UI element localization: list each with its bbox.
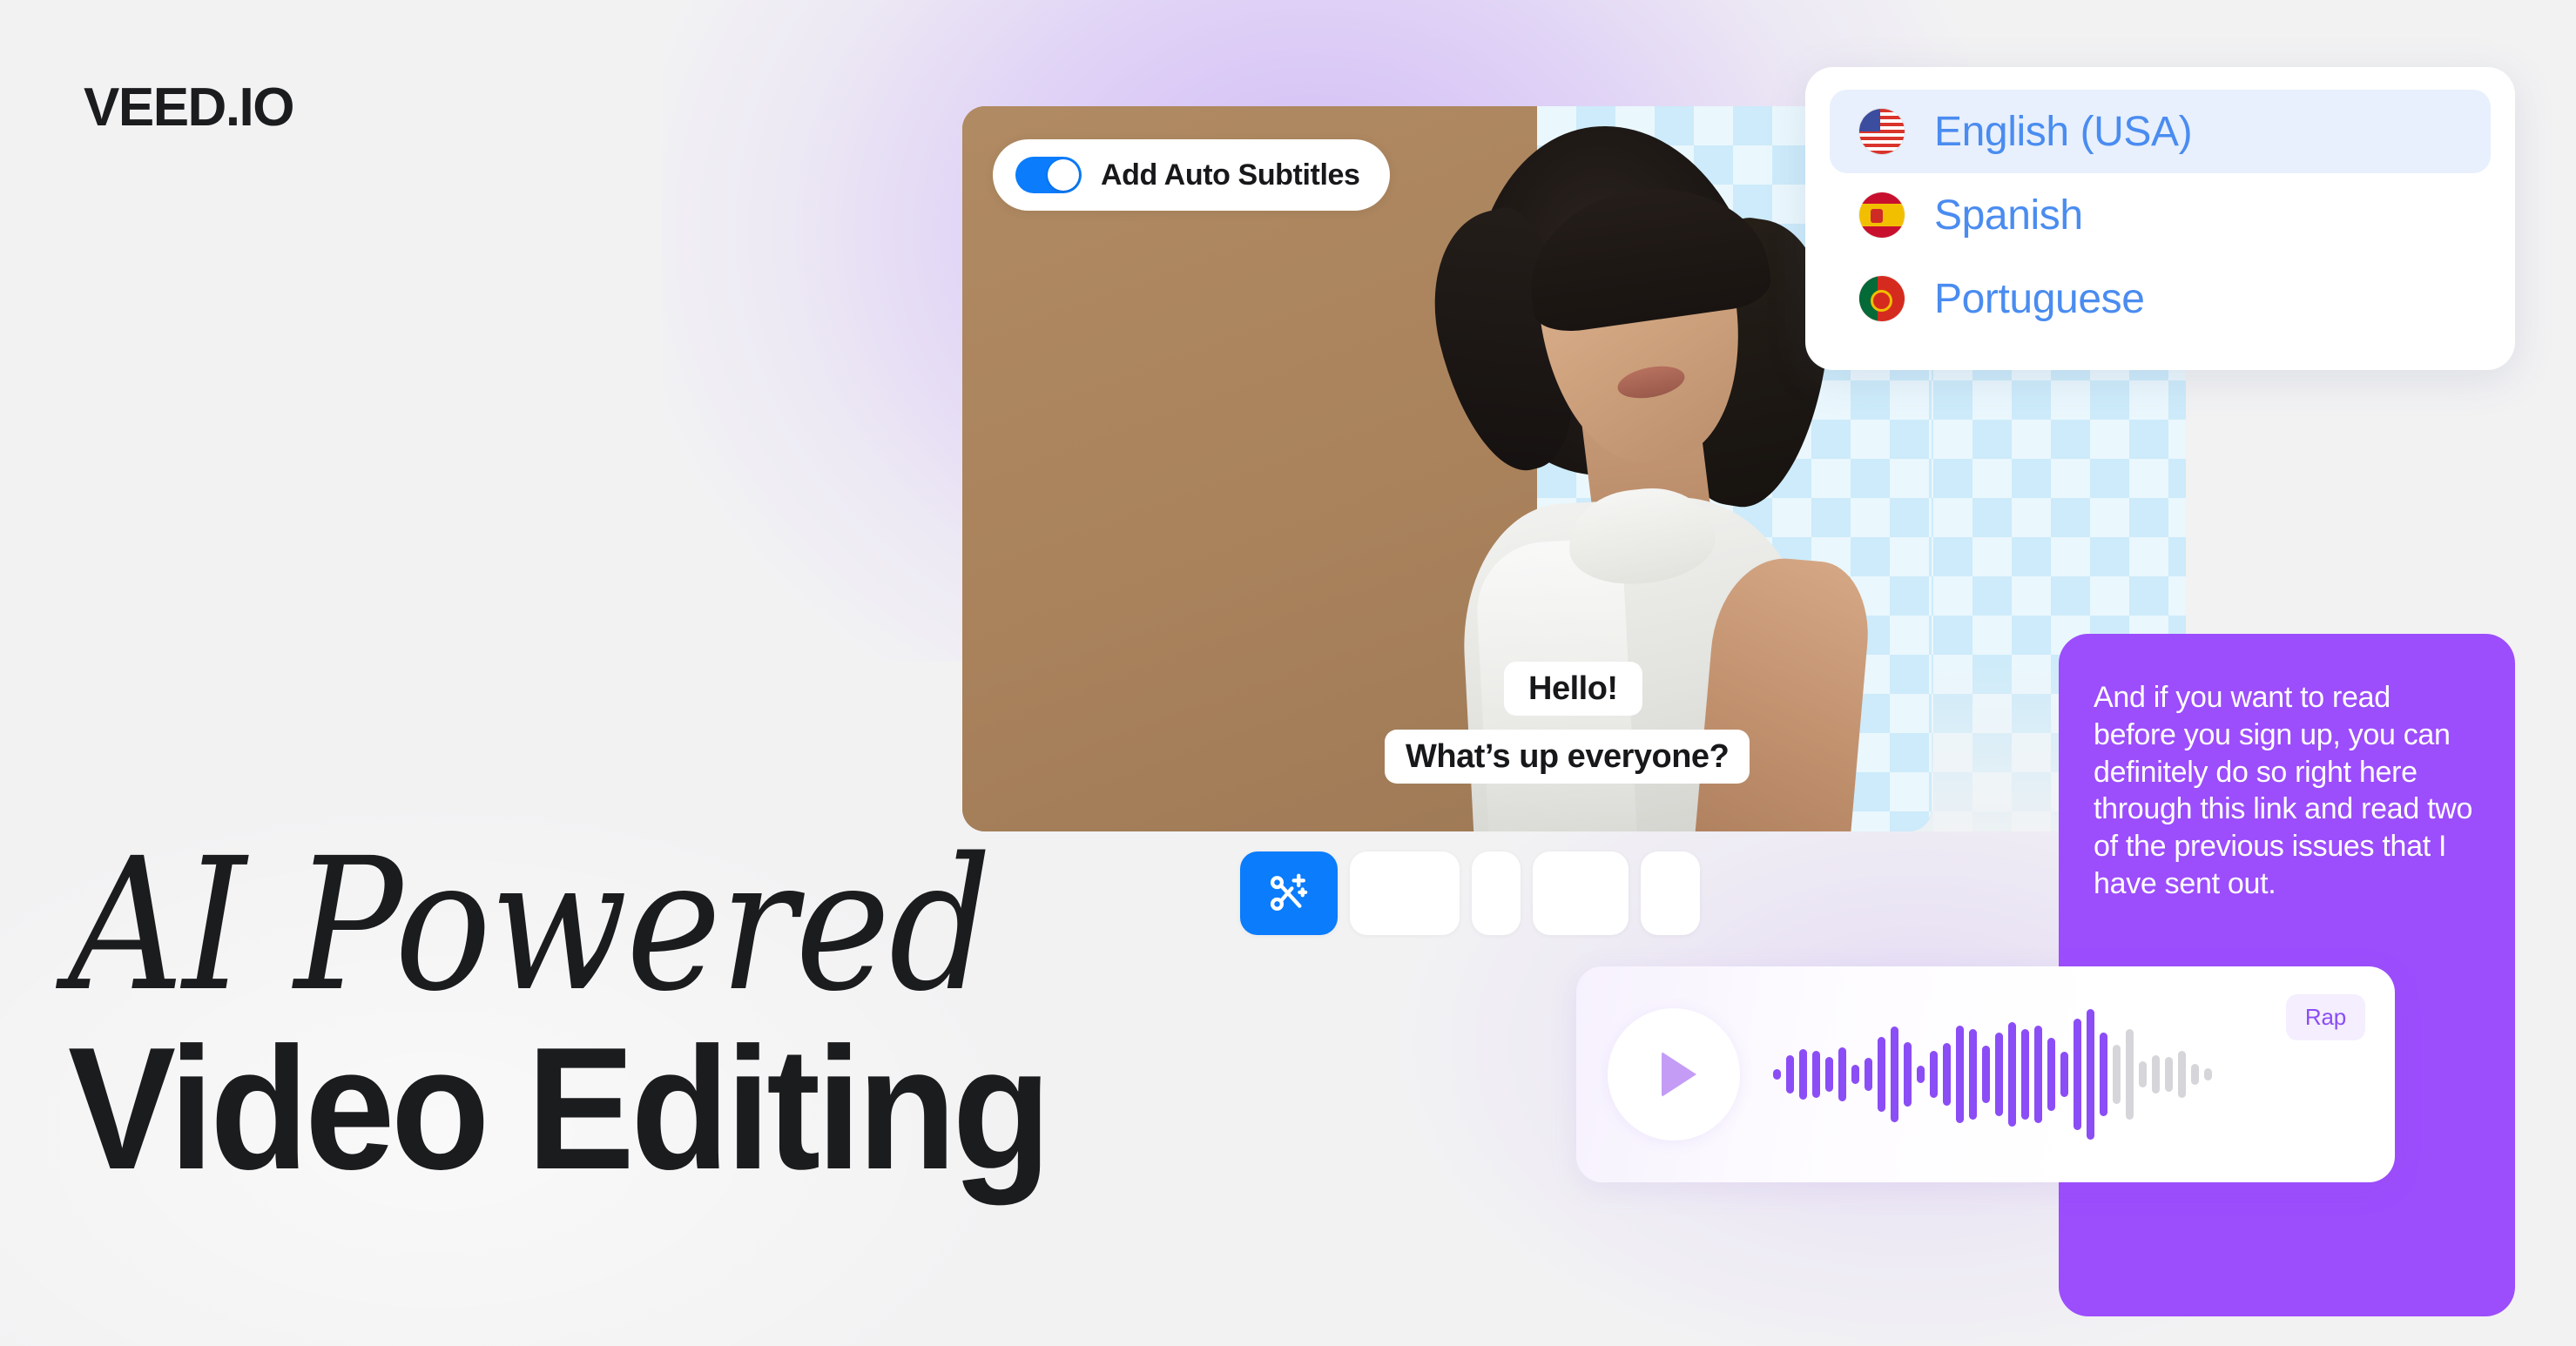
transcript-note-text: And if you want to read before you sign … xyxy=(2094,681,2473,901)
waveform-bar xyxy=(2204,1068,2212,1080)
waveform-bar xyxy=(1865,1058,1872,1091)
toggle-knob xyxy=(1048,159,1079,191)
waveform-bar xyxy=(1825,1057,1833,1092)
play-icon xyxy=(1662,1052,1696,1097)
flag-portugal-icon xyxy=(1859,276,1905,321)
waveform-bar xyxy=(2191,1064,2199,1085)
waveform-bar xyxy=(2034,1026,2042,1123)
language-option-english[interactable]: English (USA) xyxy=(1830,90,2491,173)
timeline-clip[interactable] xyxy=(1641,851,1700,935)
waveform-bar xyxy=(1878,1037,1885,1112)
waveform-bar xyxy=(1904,1042,1912,1107)
video-preview-frame[interactable] xyxy=(962,106,1932,831)
caption-box[interactable]: What’s up everyone? xyxy=(1385,730,1750,784)
timeline-clip[interactable] xyxy=(1350,851,1460,935)
waveform-bar xyxy=(1773,1069,1781,1080)
waveform-bar xyxy=(1930,1051,1938,1098)
waveform-bar xyxy=(2126,1029,2134,1120)
caption-box[interactable]: Hello! xyxy=(1504,662,1642,716)
veed-logo[interactable]: VEED.IO xyxy=(84,77,295,138)
language-option-label: Portuguese xyxy=(1934,275,2145,322)
headline-line-2: Video Editing xyxy=(68,1011,1051,1206)
genre-badge: Rap xyxy=(2285,994,2365,1040)
waveform-bar xyxy=(2060,1052,2068,1097)
waveform-bar xyxy=(2021,1029,2029,1120)
waveform-bar xyxy=(2047,1038,2055,1111)
waveform-bar xyxy=(1838,1047,1846,1101)
waveform-bar xyxy=(2139,1061,2147,1087)
language-dropdown-panel[interactable]: English (USA) Spanish Portuguese xyxy=(1805,67,2515,370)
page-root: VEED.IO AI Powered Video Editing Add Aut… xyxy=(0,0,2576,1346)
auto-subtitles-toggle[interactable] xyxy=(1015,157,1082,193)
waveform-bar xyxy=(2074,1019,2081,1130)
waveform-bar xyxy=(2152,1055,2160,1094)
editor-toolbar[interactable] xyxy=(1240,851,1700,935)
waveform-bar xyxy=(2087,1009,2094,1140)
timeline-clip[interactable] xyxy=(1533,851,1629,935)
timeline-clip[interactable] xyxy=(1472,851,1521,935)
waveform-bar xyxy=(2113,1045,2121,1104)
waveform-bar xyxy=(1799,1049,1807,1100)
waveform-bar xyxy=(1982,1046,1990,1103)
waveform-bar xyxy=(2178,1051,2186,1098)
waveform-bar xyxy=(1851,1065,1859,1084)
audio-player-card[interactable]: Rap xyxy=(1576,966,2395,1182)
waveform-bar xyxy=(1943,1043,1951,1106)
waveform-bar xyxy=(1786,1055,1794,1094)
magic-scissors-icon xyxy=(1270,873,1308,911)
waveform-bar xyxy=(1969,1029,1977,1120)
add-auto-subtitles-control[interactable]: Add Auto Subtitles xyxy=(993,139,1390,211)
waveform-bar xyxy=(2165,1057,2173,1092)
waveform-bar xyxy=(1891,1026,1898,1122)
language-option-spanish[interactable]: Spanish xyxy=(1830,173,2491,257)
waveform-bar xyxy=(2100,1033,2107,1116)
language-option-portuguese[interactable]: Portuguese xyxy=(1830,257,2491,340)
waveform-bar xyxy=(1995,1033,2003,1116)
waveform-bar xyxy=(1917,1066,1925,1083)
page-title: AI Powered Video Editing xyxy=(68,818,1121,1206)
waveform-bar xyxy=(1956,1026,1964,1123)
waveform-bar xyxy=(1812,1051,1820,1098)
headline-line-1: AI Powered xyxy=(68,818,992,1032)
language-option-label: English (USA) xyxy=(1934,108,2193,155)
magic-cut-button[interactable] xyxy=(1240,851,1338,935)
flag-usa-icon xyxy=(1859,109,1905,154)
waveform-bar xyxy=(2008,1022,2016,1127)
play-button[interactable] xyxy=(1608,1008,1740,1141)
language-option-label: Spanish xyxy=(1934,192,2083,239)
auto-subtitles-label: Add Auto Subtitles xyxy=(1101,158,1360,192)
flag-spain-icon xyxy=(1859,192,1905,238)
